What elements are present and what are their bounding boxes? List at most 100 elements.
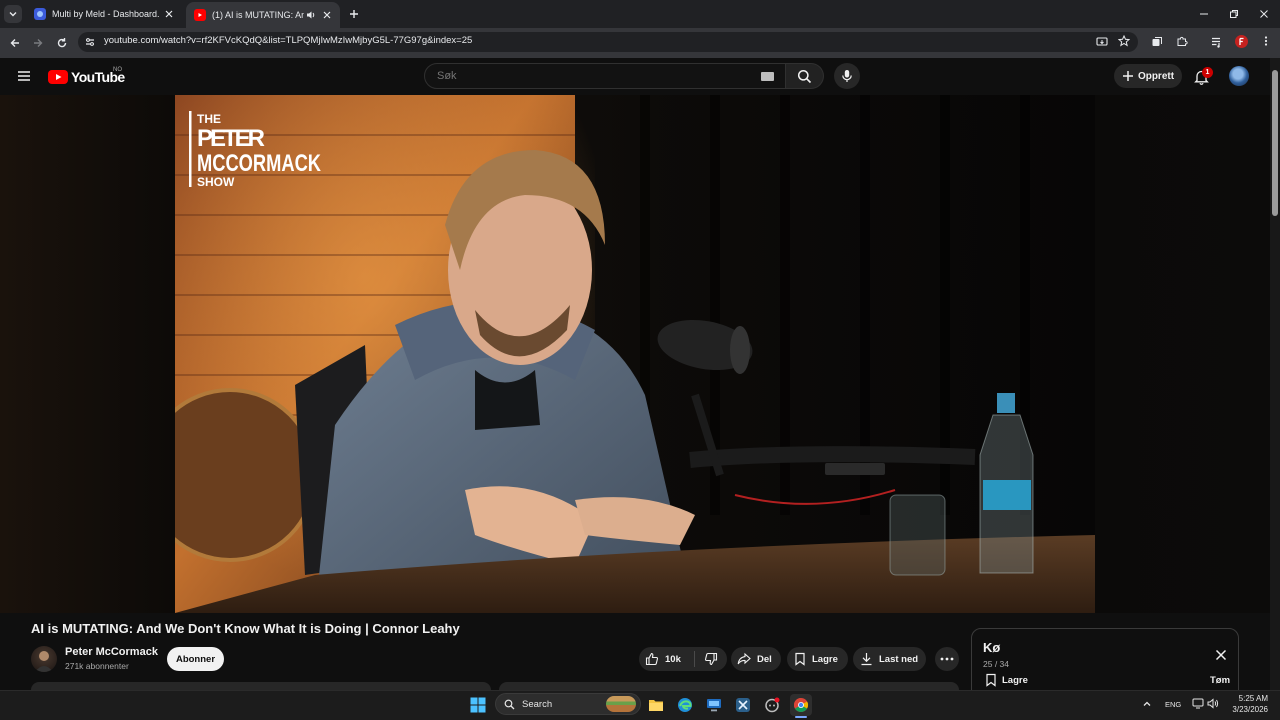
start-button[interactable] <box>467 694 489 716</box>
clock-date[interactable]: 3/23/2026 <box>1220 705 1268 714</box>
save-button[interactable]: Lagre <box>787 647 848 671</box>
copilot-icon <box>765 697 780 713</box>
search-icon <box>504 699 515 709</box>
dislike-button[interactable] <box>695 652 727 666</box>
snipping-tool-app[interactable] <box>732 694 754 716</box>
arrow-right-icon <box>34 39 43 47</box>
queue-title: Kø <box>983 640 1001 655</box>
more-horizontal-icon <box>940 657 954 661</box>
like-count: 10k <box>665 653 681 665</box>
download-button[interactable]: Last ned <box>853 647 926 671</box>
install-app-icon[interactable] <box>1096 36 1108 48</box>
meld-favicon-icon <box>34 8 46 20</box>
windows-logo-icon <box>470 697 486 713</box>
voice-search-button[interactable] <box>834 63 860 89</box>
scrollbar-thumb[interactable] <box>1272 70 1278 216</box>
close-tab-icon[interactable] <box>162 7 176 21</box>
queue-save-button[interactable]: Lagre <box>985 673 1028 687</box>
tab-title: Multi by Meld - Dashboard. <box>52 9 160 19</box>
share-icon <box>737 652 751 665</box>
edge-browser-app[interactable] <box>674 694 696 716</box>
network-icon[interactable] <box>1192 698 1204 709</box>
close-window-button[interactable] <box>1254 4 1274 24</box>
overlay-logo-line2: PETER <box>197 125 265 152</box>
video-player[interactable]: THE PETER MCCORMACK SHOW <box>175 95 1095 613</box>
subscribe-button[interactable]: Abonner <box>167 647 224 671</box>
thumbs-up-icon <box>645 652 659 666</box>
youtube-favicon-icon <box>194 9 206 21</box>
scissors-icon <box>736 698 750 712</box>
bookmark-icon <box>795 652 805 666</box>
remote-desktop-app[interactable] <box>703 694 725 716</box>
keyboard-icon[interactable] <box>761 72 774 81</box>
profile-avatar-icon[interactable] <box>1235 35 1248 48</box>
file-explorer-app[interactable] <box>645 694 667 716</box>
search-input[interactable] <box>435 69 739 83</box>
tab-search-button[interactable] <box>4 5 22 23</box>
close-icon <box>1260 10 1268 18</box>
like-button[interactable]: 10k <box>639 651 695 667</box>
restore-icon <box>1230 10 1238 18</box>
back-button[interactable] <box>5 33 25 53</box>
restore-window-button[interactable] <box>1224 4 1244 24</box>
notification-count-badge: 1 <box>1202 67 1213 78</box>
site-info-icon[interactable] <box>84 36 96 48</box>
url-text[interactable]: youtube.com/watch?v=rf2KFVcKQdQ&list=TLP… <box>104 35 472 46</box>
channel-name[interactable]: Peter McCormack <box>65 646 158 658</box>
arrow-left-icon <box>10 39 19 47</box>
tab-groups-icon[interactable] <box>1151 36 1163 48</box>
queue-panel <box>971 628 1239 698</box>
media-controls-icon[interactable] <box>1211 36 1223 48</box>
close-tab-icon[interactable] <box>320 8 334 22</box>
show-hidden-icons-button[interactable] <box>1142 699 1152 709</box>
folder-icon <box>649 700 663 711</box>
overlay-logo-line4: SHOW <box>197 175 235 189</box>
create-button[interactable]: Opprett <box>1114 64 1182 88</box>
video-frame: THE PETER MCCORMACK SHOW <box>175 95 1095 613</box>
bookmark-star-icon[interactable] <box>1118 35 1130 47</box>
minimize-window-button[interactable] <box>1194 4 1214 24</box>
queue-clear-button[interactable]: Tøm <box>1210 675 1230 686</box>
copilot-app[interactable] <box>761 694 783 716</box>
reload-icon <box>57 38 67 48</box>
extensions-puzzle-icon[interactable] <box>1176 35 1188 47</box>
more-actions-button[interactable] <box>935 647 959 671</box>
search-button[interactable] <box>786 63 824 89</box>
youtube-play-logo-icon <box>48 70 68 84</box>
chevron-up-icon <box>1143 701 1151 706</box>
account-avatar[interactable] <box>1229 66 1249 86</box>
speaker-icon[interactable] <box>304 8 318 22</box>
share-label: Del <box>757 653 772 665</box>
browser-menu-icon[interactable] <box>1260 35 1272 47</box>
browser-tab-youtube[interactable]: (1) AI is MUTATING: And We <box>186 2 340 28</box>
volume-icon[interactable] <box>1207 698 1219 709</box>
bookmark-icon <box>986 673 996 687</box>
share-button[interactable]: Del <box>731 647 781 671</box>
minimize-icon <box>1200 13 1208 15</box>
plus-icon <box>1122 71 1133 81</box>
guide-menu-button[interactable] <box>14 66 34 86</box>
overlay-logo-line3: MCCORMACK <box>197 150 322 177</box>
search-box[interactable] <box>424 63 786 89</box>
queue-position: 25 / 34 <box>983 659 1009 669</box>
active-app-indicator <box>795 716 807 718</box>
clock-time[interactable]: 5:25 AM <box>1220 694 1268 703</box>
chrome-icon <box>794 698 808 712</box>
taskbar-search-box[interactable]: Search <box>495 693 641 715</box>
download-icon <box>861 653 872 666</box>
chrome-app[interactable] <box>790 694 812 716</box>
subscriber-count: 271k abonnenter <box>65 661 129 671</box>
input-language-indicator[interactable]: ENG <box>1165 700 1181 709</box>
browser-tab-meld[interactable]: Multi by Meld - Dashboard. <box>26 2 182 26</box>
overlay-logo-line1: THE <box>197 112 221 126</box>
download-label: Last ned <box>879 653 919 665</box>
save-label: Lagre <box>812 653 838 665</box>
video-title: AI is MUTATING: And We Don't Know What I… <box>31 621 460 636</box>
forward-button[interactable] <box>28 33 48 53</box>
new-tab-button[interactable] <box>346 6 362 22</box>
reload-button[interactable] <box>52 33 72 53</box>
queue-close-button[interactable] <box>1212 646 1230 664</box>
tab-title: (1) AI is MUTATING: And We <box>212 10 304 20</box>
channel-avatar[interactable] <box>31 646 57 672</box>
plus-icon <box>350 10 358 18</box>
